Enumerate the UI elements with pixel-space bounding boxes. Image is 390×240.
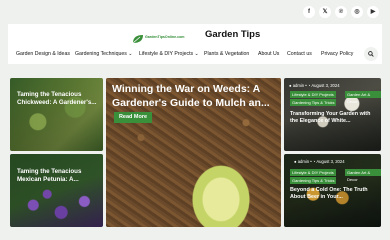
post-title[interactable]: Winning the War on Weeds: A Gardener's G…: [112, 83, 280, 110]
top-bar: f 𝕏 ℗ ◎ ▶: [0, 0, 390, 24]
x-icon[interactable]: 𝕏: [319, 6, 331, 18]
author-icon: ●: [294, 159, 297, 164]
main-nav: Garden Design & Ideas Gardening Techniqu…: [8, 47, 382, 61]
leaf-icon: [132, 35, 143, 44]
post-title[interactable]: Taming the Tenacious Mexican Petunia: A.…: [17, 168, 99, 184]
post-date: August 3, 2024: [316, 159, 345, 164]
post-image: [10, 154, 103, 227]
nav-item-plants-vegetation[interactable]: Plants & Vegetation: [204, 51, 249, 57]
post-card-weeds[interactable]: Winning the War on Weeds: A Gardener's G…: [106, 78, 281, 227]
site-logo[interactable]: GardenTipsOnline.com: [131, 32, 185, 44]
nav-item-lifestyle-diy[interactable]: Lifestyle & DIY Projects ⌄: [139, 51, 199, 57]
read-more-button[interactable]: Read More: [114, 112, 152, 123]
category-tag[interactable]: Gardening Tips & Tricks: [290, 177, 337, 184]
pinterest-icon[interactable]: ℗: [335, 6, 347, 18]
post-meta: ● admin • ◔ August 3, 2024: [289, 83, 340, 88]
post-card-chickweed[interactable]: Taming the Tenacious Chickweed: A Garden…: [10, 78, 103, 151]
nav-item-about[interactable]: About Us: [258, 51, 279, 57]
post-author[interactable]: admin: [293, 83, 304, 88]
category-tag[interactable]: Garden Art & Decor: [345, 91, 381, 104]
nav-item-gardening-techniques[interactable]: Gardening Techniques ⌄: [75, 51, 133, 57]
post-card-petunia[interactable]: Taming the Tenacious Mexican Petunia: A.…: [10, 154, 103, 227]
nav-item-garden-design[interactable]: Garden Design & Ideas: [16, 51, 70, 57]
site-title[interactable]: Garden Tips: [205, 29, 260, 40]
search-button[interactable]: [364, 47, 378, 61]
post-title[interactable]: Taming the Tenacious Chickweed: A Garden…: [17, 91, 99, 107]
post-image: [10, 78, 103, 151]
author-icon: ●: [289, 83, 292, 88]
nav-item-contact[interactable]: Contact us: [287, 51, 312, 57]
post-card-elegance[interactable]: ● admin • ◔ August 3, 2024 Lifestyle & D…: [284, 78, 381, 151]
category-tag[interactable]: Garden Art & Decor: [345, 169, 381, 182]
post-title[interactable]: Beyond a Cold One: The Truth About Beer …: [290, 187, 378, 201]
glove-shape: [186, 158, 256, 227]
post-author[interactable]: admin: [298, 159, 309, 164]
logo-text: GardenTipsOnline.com: [145, 35, 185, 39]
instagram-icon[interactable]: ◎: [351, 6, 363, 18]
post-meta: ● admin • ◔ August 3, 2024: [294, 159, 345, 164]
post-card-beer[interactable]: ● admin • ◔ August 3, 2024 Lifestyle & D…: [284, 154, 381, 227]
category-tag[interactable]: Lifestyle & DIY Projects: [290, 91, 336, 98]
search-icon: [368, 51, 374, 57]
nav-item-privacy[interactable]: Privacy Policy: [321, 51, 353, 57]
youtube-icon[interactable]: ▶: [367, 6, 379, 18]
post-title[interactable]: Transforming Your Garden with the Elegan…: [290, 111, 378, 125]
facebook-icon[interactable]: f: [303, 6, 315, 18]
category-tag[interactable]: Gardening Tips & Tricks: [290, 99, 337, 106]
post-date: August 3, 2024: [311, 83, 340, 88]
category-tag[interactable]: Lifestyle & DIY Projects: [290, 169, 336, 176]
